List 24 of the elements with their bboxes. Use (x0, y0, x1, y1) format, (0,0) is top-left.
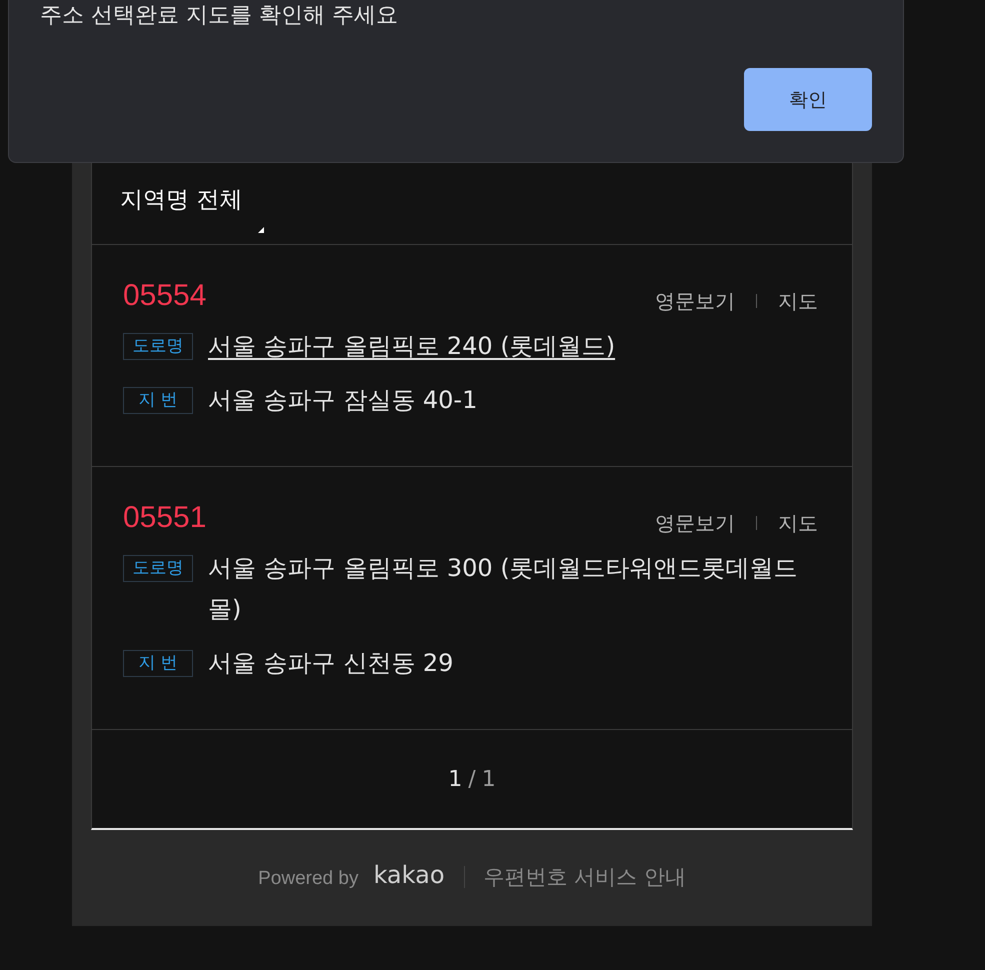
address-type-tag: 도로명 (123, 555, 193, 582)
result-link[interactable]: 영문보기 (655, 288, 735, 314)
total-pages: 1 (482, 766, 496, 792)
address-type-tag: 지 번 (123, 650, 193, 677)
address-type-tag: 도로명 (123, 333, 193, 360)
address-link[interactable]: 서울 송파구 올림픽로 240 (롯데월드) (208, 326, 616, 367)
result-link[interactable]: 영문보기 (655, 510, 735, 536)
dropdown-corner-icon (258, 227, 264, 233)
dialog-message: 주소 선택완료 지도를 확인해 주세요 (40, 2, 399, 30)
address-link[interactable]: 서울 송파구 잠실동 40-1 (208, 380, 478, 421)
result-link[interactable]: 지도 (778, 510, 818, 536)
confirm-button[interactable]: 확인 (744, 68, 872, 131)
service-info-link[interactable]: 우편번호 서비스 안내 (484, 862, 686, 890)
page-separator: / (468, 766, 476, 792)
result-link[interactable]: 지도 (778, 288, 818, 314)
address-type-tag: 지 번 (123, 387, 193, 414)
kakao-logo: kakao (373, 860, 445, 888)
region-filter-dropdown[interactable]: 지역명 전체 (120, 185, 264, 233)
current-page: 1 (448, 766, 462, 792)
powered-by-text: Powered by (258, 868, 358, 890)
address-link[interactable]: 서울 송파구 올림픽로 300 (롯데월드타워앤드롯데월드몰) (208, 548, 820, 630)
zipcode: 05551 (123, 502, 206, 534)
zipcode: 05554 (123, 280, 206, 312)
address-link[interactable]: 서울 송파구 신천동 29 (208, 643, 454, 684)
